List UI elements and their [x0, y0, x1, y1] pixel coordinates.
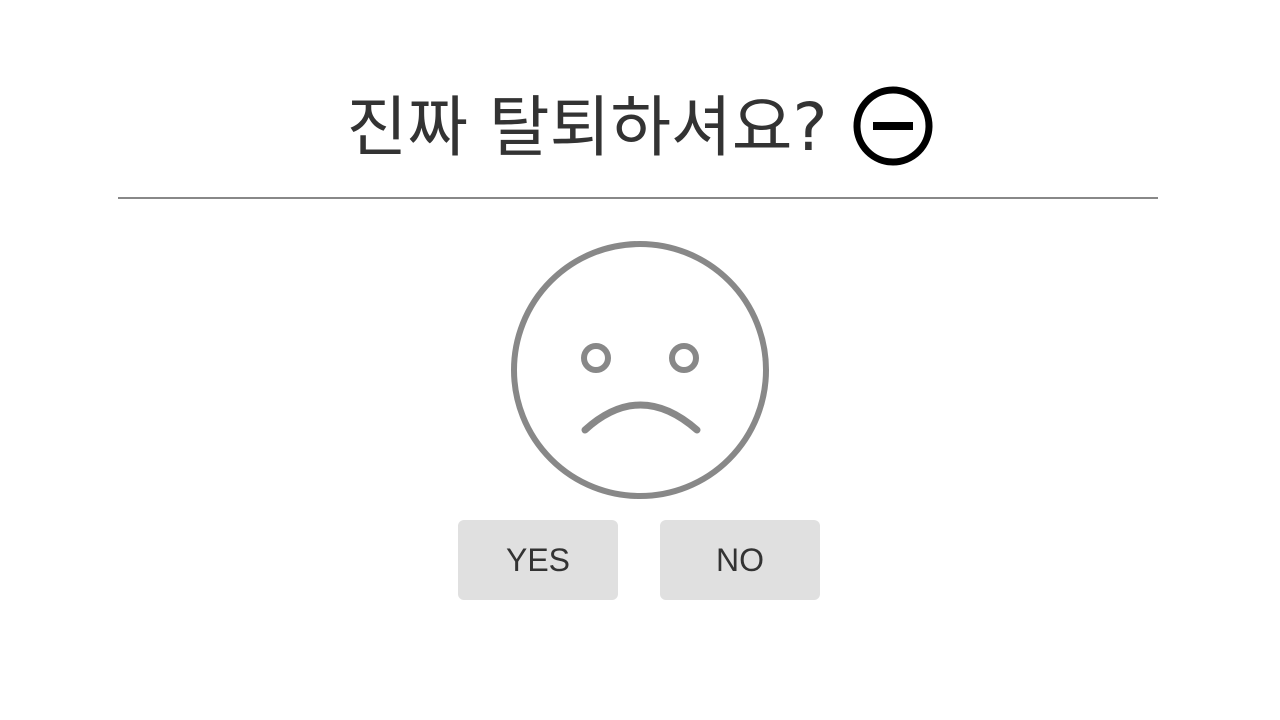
page-title: 진짜 탈퇴하셔요? — [346, 89, 828, 166]
divider — [118, 197, 1158, 199]
yes-button[interactable]: YES — [458, 520, 618, 600]
no-button[interactable]: NO — [660, 520, 820, 600]
sad-face-icon — [508, 238, 772, 506]
minus-circle-icon — [852, 85, 934, 171]
dialog-header: 진짜 탈퇴하셔요? — [0, 80, 1280, 176]
